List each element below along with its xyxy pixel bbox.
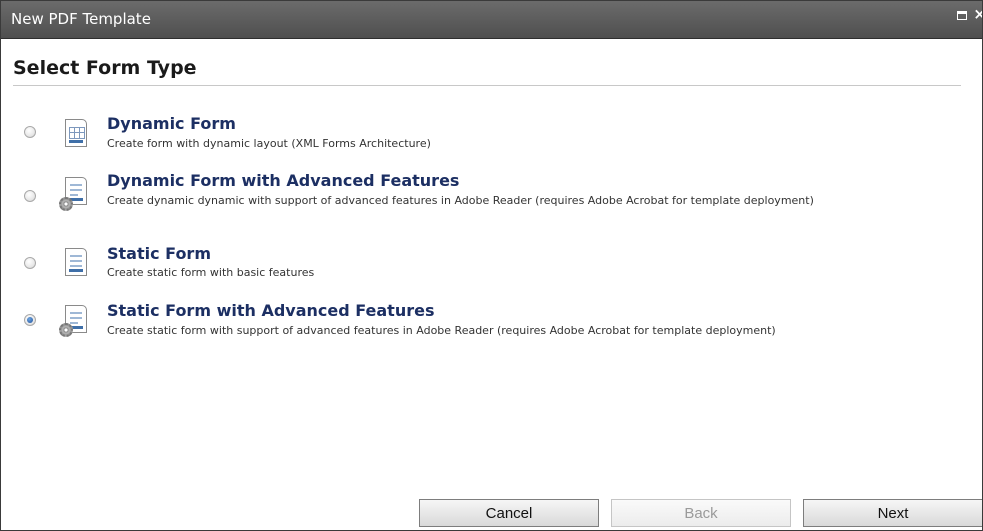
option-description: Create static form with basic features xyxy=(107,266,315,279)
option-description: Create form with dynamic layout (XML For… xyxy=(107,137,431,150)
back-button[interactable]: Back xyxy=(611,499,791,527)
close-icon[interactable]: × xyxy=(973,7,982,22)
static-form-icon xyxy=(65,248,87,276)
radio-static-form[interactable] xyxy=(24,257,36,269)
option-title: Static Form xyxy=(107,244,211,263)
next-button[interactable]: Next xyxy=(803,499,982,527)
gear-icon xyxy=(59,197,73,211)
cancel-button[interactable]: Cancel xyxy=(419,499,599,527)
gear-icon xyxy=(59,323,73,337)
window-controls: × xyxy=(957,7,982,22)
option-description: Create dynamic dynamic with support of a… xyxy=(107,194,814,207)
option-title: Dynamic Form xyxy=(107,114,236,133)
dynamic-form-icon xyxy=(65,119,87,147)
heading-divider xyxy=(13,85,961,86)
section-heading: Select Form Type xyxy=(13,57,197,79)
new-pdf-template-dialog: New PDF Template × Select Form Type Dyna… xyxy=(0,0,983,531)
window-title: New PDF Template xyxy=(11,10,151,28)
radio-dynamic-form-advanced[interactable] xyxy=(24,190,36,202)
title-bar[interactable]: New PDF Template × xyxy=(1,1,982,39)
option-description: Create static form with support of advan… xyxy=(107,324,776,337)
maximize-icon[interactable] xyxy=(957,11,968,20)
option-title: Dynamic Form with Advanced Features xyxy=(107,171,460,190)
option-title: Static Form with Advanced Features xyxy=(107,301,435,320)
radio-static-form-advanced[interactable] xyxy=(24,314,36,326)
radio-dynamic-form[interactable] xyxy=(24,126,36,138)
